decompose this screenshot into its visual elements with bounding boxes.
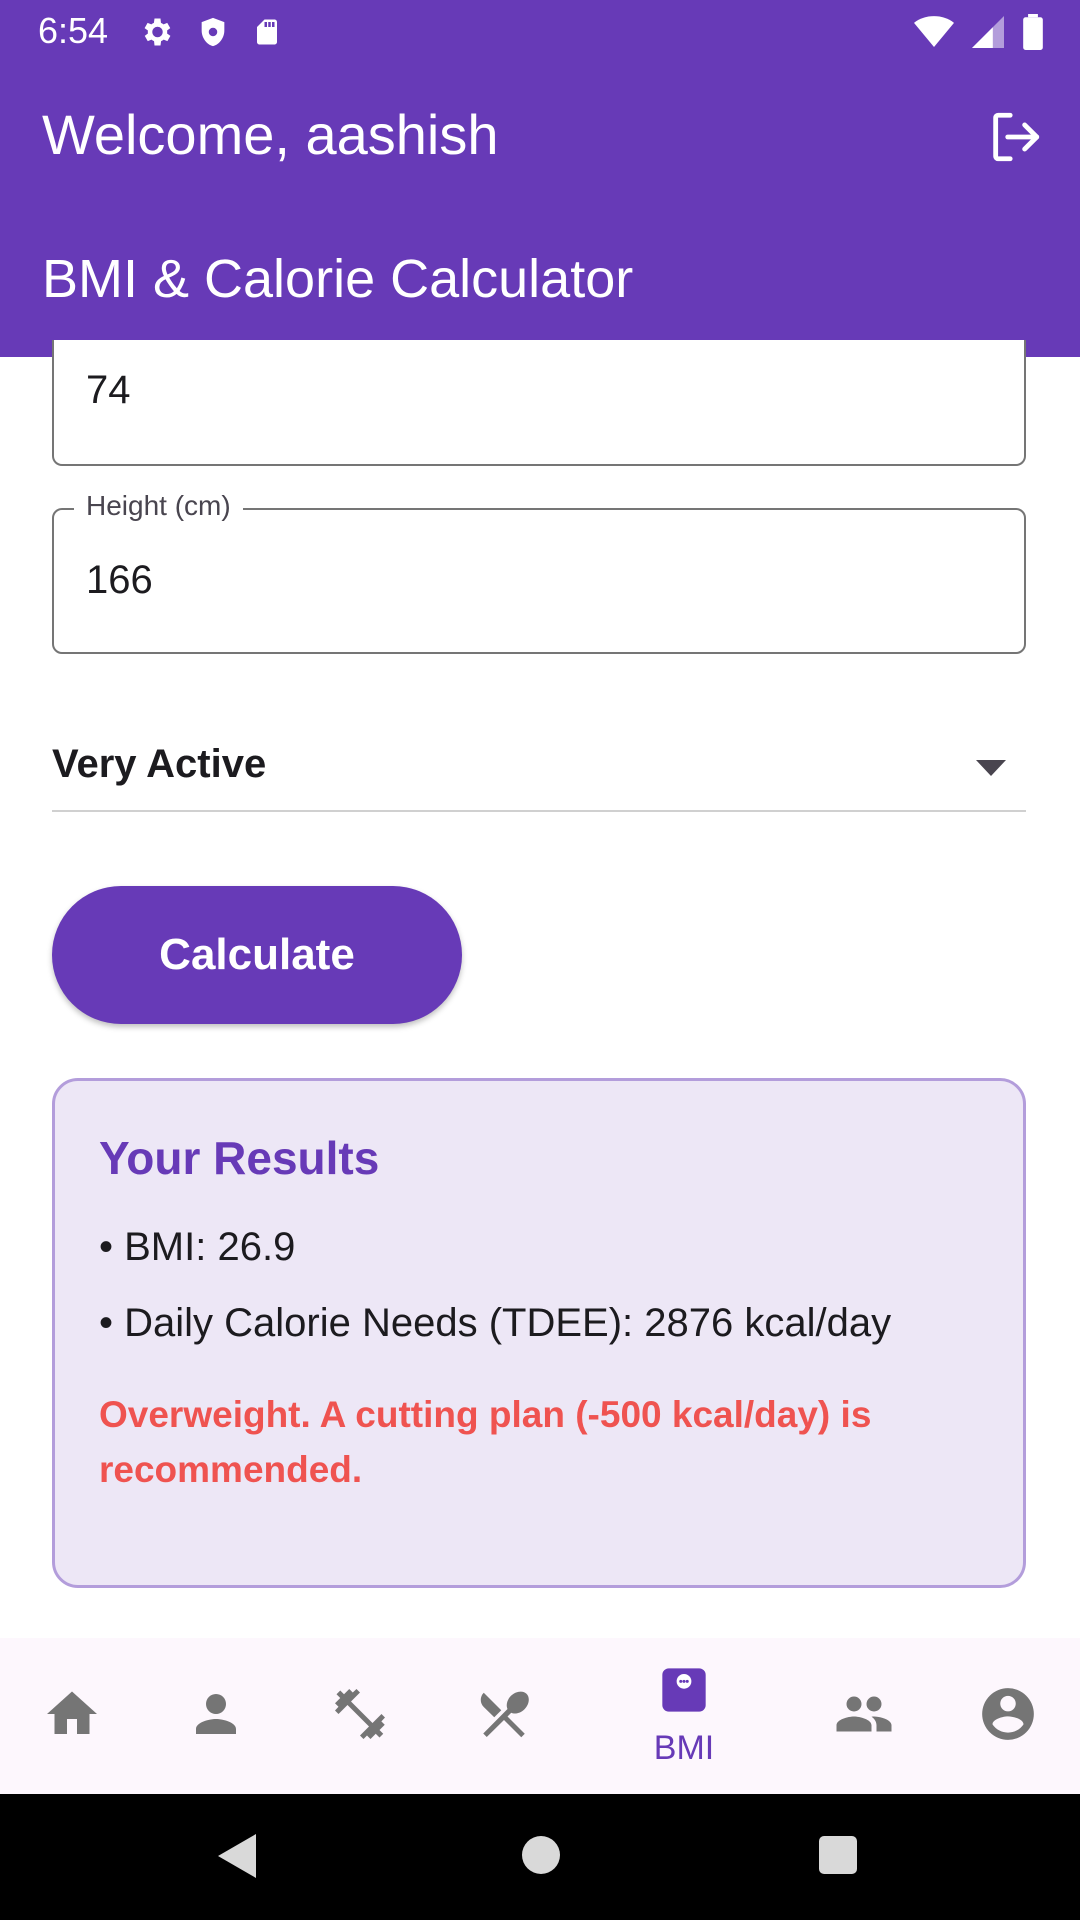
battery-icon — [1022, 14, 1044, 55]
bmi-result: • BMI: 26.9 — [99, 1225, 296, 1269]
recents-icon[interactable] — [817, 1834, 859, 1881]
nav-community[interactable] — [828, 1638, 900, 1794]
weight-value: 74 — [86, 368, 131, 412]
home-icon — [42, 1684, 102, 1749]
bottom-nav: BMI — [0, 1638, 1080, 1794]
nav-bmi-label: BMI — [653, 1729, 715, 1767]
back-icon[interactable] — [214, 1832, 258, 1885]
results-card: Your Results • BMI: 26.9 • Daily Calorie… — [52, 1078, 1026, 1588]
status-time: 6:54 — [38, 10, 109, 51]
nav-diet[interactable] — [468, 1638, 540, 1794]
height-field[interactable]: Height (cm) 166 — [52, 490, 1026, 654]
tdee-result: • Daily Calorie Needs (TDEE): 2876 kcal/… — [99, 1301, 892, 1345]
activity-level-value: Very Active — [52, 742, 267, 786]
nav-workouts[interactable] — [324, 1638, 396, 1794]
shield-icon — [196, 14, 230, 55]
gear-icon — [138, 14, 174, 55]
logout-icon[interactable] — [986, 108, 1044, 166]
nav-account[interactable] — [972, 1638, 1044, 1794]
page-title: BMI & Calorie Calculator — [42, 249, 634, 309]
dropdown-arrow-icon — [976, 760, 1006, 781]
signal-icon — [972, 15, 1004, 54]
weight-field[interactable]: 74 — [52, 340, 1026, 466]
nav-home[interactable] — [36, 1638, 108, 1794]
recommendation-text: Overweight. A cutting plan (-500 kcal/da… — [99, 1394, 872, 1490]
wifi-icon — [914, 15, 954, 54]
dumbbell-icon — [330, 1684, 390, 1749]
system-nav-bar — [0, 1794, 1080, 1920]
person-icon — [186, 1684, 246, 1749]
status-bar: 6:54 — [0, 0, 1080, 64]
nav-bmi[interactable]: BMI — [624, 1638, 744, 1794]
home-button-icon[interactable] — [520, 1834, 562, 1881]
group-icon — [832, 1684, 896, 1749]
nav-profile[interactable] — [180, 1638, 252, 1794]
sd-card-icon — [252, 14, 282, 55]
results-title: Your Results — [99, 1132, 380, 1184]
account-circle-icon — [977, 1683, 1039, 1750]
utensils-icon — [474, 1684, 534, 1749]
calculate-button[interactable]: Calculate — [52, 886, 462, 1024]
app-bar: Welcome, aashish BMI & Calorie Calculato… — [0, 64, 1080, 357]
height-value: 166 — [86, 558, 153, 602]
bmi-scale-icon — [658, 1664, 710, 1721]
welcome-text: Welcome, aashish — [42, 103, 499, 166]
height-label: Height (cm) — [74, 490, 243, 522]
activity-level-dropdown[interactable]: Very Active — [52, 712, 1026, 812]
